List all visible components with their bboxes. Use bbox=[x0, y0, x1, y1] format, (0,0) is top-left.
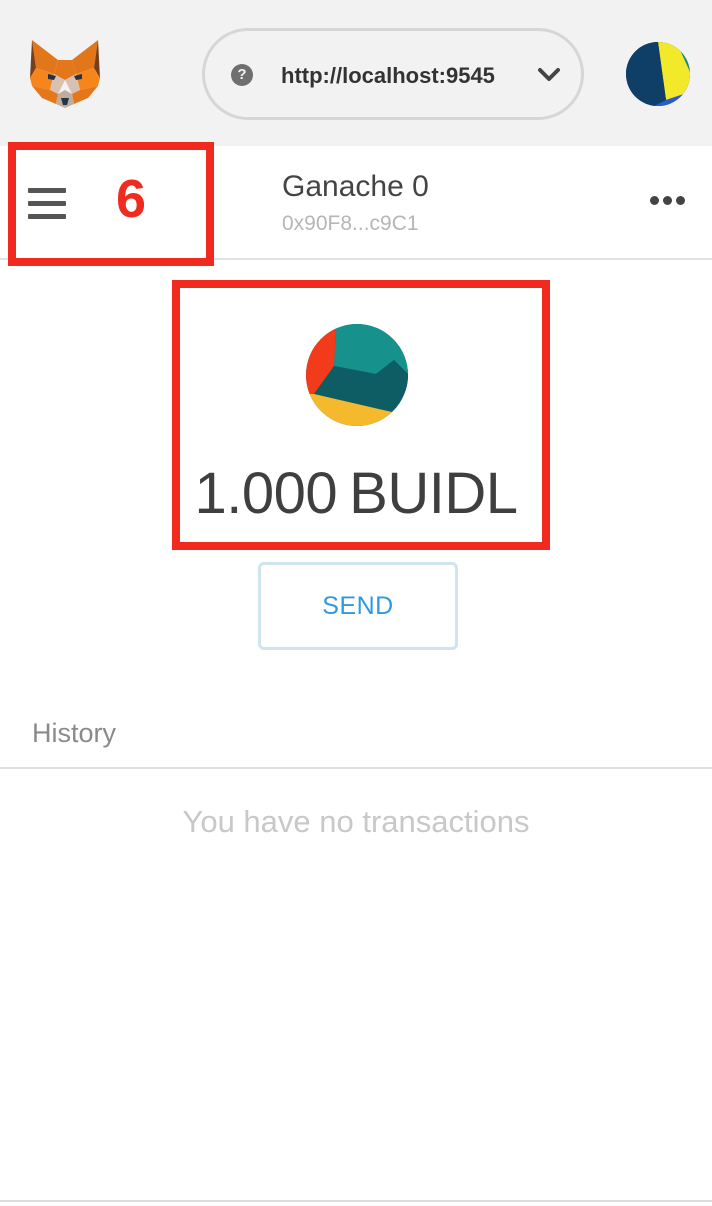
history-divider bbox=[0, 767, 712, 769]
network-url: http://localhost:9545 bbox=[281, 63, 495, 88]
app-header: ? http://localhost:9545 bbox=[0, 0, 712, 146]
account-address[interactable]: 0x90F8...c9C1 bbox=[282, 212, 419, 236]
metamask-fox-icon[interactable] bbox=[28, 38, 102, 110]
annotation-number-label: 6 bbox=[116, 169, 147, 229]
history-title: History bbox=[32, 718, 117, 748]
more-options-icon[interactable] bbox=[650, 196, 686, 206]
chevron-down-icon[interactable] bbox=[537, 65, 561, 85]
annotation-box-balance bbox=[172, 280, 550, 550]
account-name[interactable]: Ganache 0 bbox=[282, 170, 429, 204]
empty-transactions-message: You have no transactions bbox=[182, 804, 530, 839]
send-button[interactable]: SEND bbox=[258, 562, 458, 650]
bottom-divider bbox=[0, 1200, 712, 1202]
network-selector[interactable]: ? http://localhost:9545 bbox=[202, 28, 584, 120]
wallet-screen: ? http://localhost:9545 Ganache 0 0x90F8… bbox=[0, 0, 712, 1206]
question-mark-icon: ? bbox=[231, 64, 253, 86]
identicon-avatar[interactable] bbox=[626, 42, 690, 106]
annotation-box-menu bbox=[8, 142, 214, 266]
